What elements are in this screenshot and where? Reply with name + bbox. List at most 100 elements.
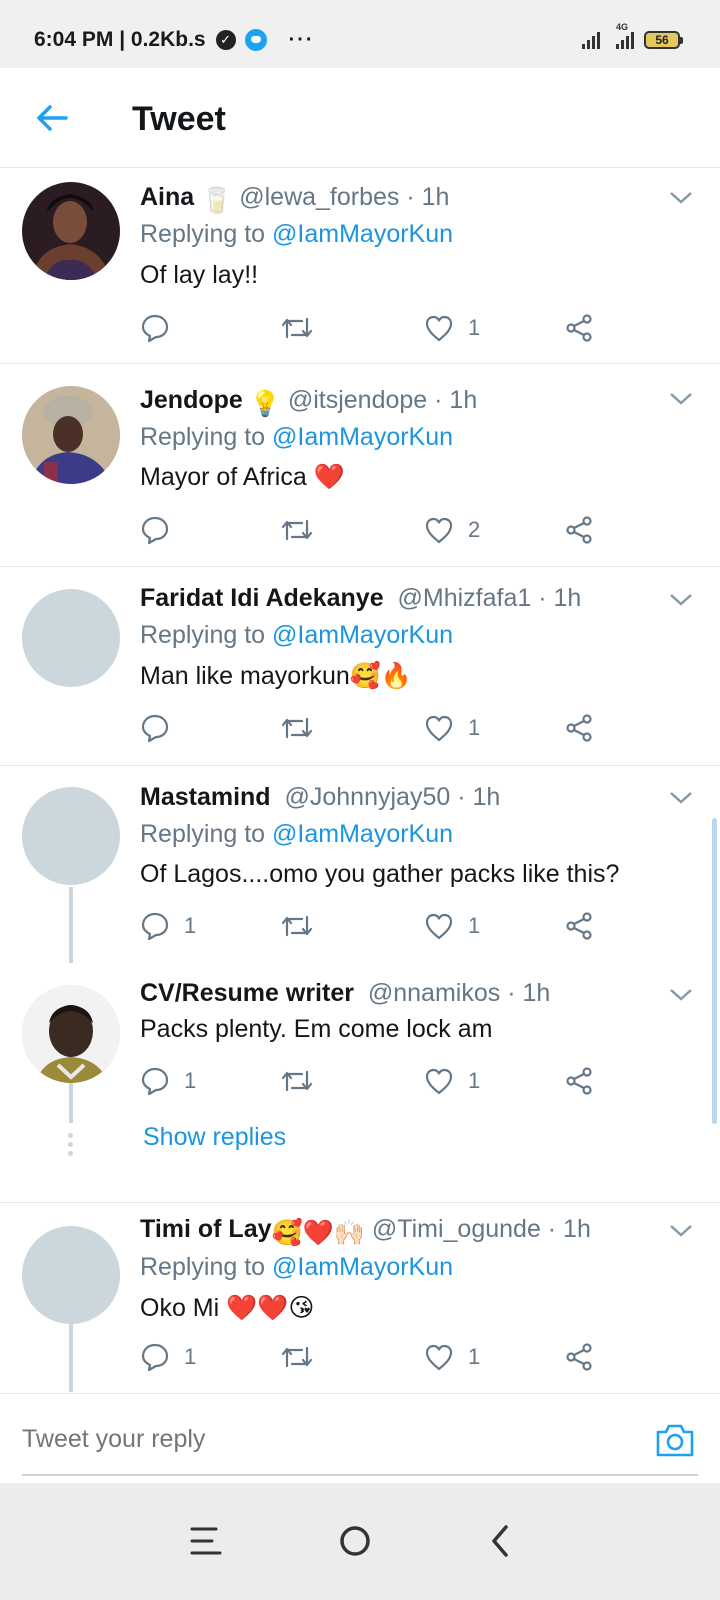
tweet-header: Timi of Lay🥰❤️🙌🏻 @Timi_ogunde · 1h [140,1215,591,1248]
chevron-down-icon[interactable] [668,789,694,807]
handle-time: @Timi_ogunde · 1h [371,1215,591,1243]
display-name[interactable]: Aina [140,183,194,211]
tweet-actions: 1 1 [140,911,610,941]
share-icon [566,516,592,544]
retweet-action[interactable] [280,1066,314,1096]
retweet-icon [281,1346,313,1368]
replying-mention-link[interactable]: @IamMayorKun [272,220,453,248]
replying-mention-link[interactable]: @IamMayorKun [272,621,453,649]
back-nav-icon[interactable] [486,1521,516,1561]
share-icon [566,912,592,940]
share-action[interactable] [564,911,594,941]
chevron-down-icon[interactable] [668,189,694,207]
reply-action[interactable]: 1 [140,1066,196,1096]
like-action[interactable]: 1 [424,313,480,343]
scrollbar[interactable] [712,818,717,1124]
tweet-actions: 1 [140,713,610,743]
back-arrow-icon[interactable] [32,98,72,138]
avatar[interactable] [22,787,120,885]
more-notifications-icon: ··· [288,28,315,51]
tweet-item[interactable]: CV/Resume writer @nnamikos · 1h Packs pl… [0,963,720,1203]
menu-nav-icon[interactable] [188,1521,224,1561]
chevron-down-icon[interactable] [668,986,694,1004]
like-action[interactable]: 2 [424,515,480,545]
chevron-down-icon[interactable] [668,390,694,408]
battery-icon: 56 [644,31,683,49]
like-action[interactable]: 1 [424,1066,480,1096]
share-action[interactable] [564,1066,594,1096]
tweet-header: CV/Resume writer @nnamikos · 1h [140,979,550,1008]
reply-action[interactable] [140,313,184,343]
status-right: 4G 56 [582,22,683,49]
like-action[interactable]: 1 [424,1342,480,1372]
reply-action[interactable] [140,515,184,545]
twitter-notification-icon [244,29,267,51]
tweet-item[interactable]: Jendope 💡 @itsjendope · 1h Replying to @… [0,365,720,567]
reply-action[interactable]: 1 [140,911,196,941]
share-action[interactable] [564,313,594,343]
thread-line [69,887,73,963]
replying-mention-link[interactable]: @IamMayorKun [272,1253,453,1281]
display-name[interactable]: Mastamind [140,783,271,811]
tweet-header: Aina 🥛 @lewa_forbes · 1h [140,183,449,216]
avatar[interactable] [22,386,120,484]
reply-input[interactable] [22,1425,582,1454]
avatar[interactable] [22,985,120,1083]
avatar[interactable] [22,589,120,687]
share-action[interactable] [564,515,594,545]
replying-to: Replying to @IamMayorKun [140,1253,453,1282]
chevron-down-icon[interactable] [668,1222,694,1240]
like-count: 1 [468,913,481,938]
reply-action[interactable] [140,713,184,743]
chevron-down-icon[interactable] [668,591,694,609]
thread-line [69,1322,73,1392]
tweet-actions: 1 1 [140,1066,610,1096]
replying-to: Replying to @IamMayorKun [140,423,453,452]
handle-time: @Johnnyjay50 · 1h [284,783,501,811]
replying-label: Replying to [140,1253,273,1281]
share-action[interactable] [564,713,594,743]
replying-label: Replying to [140,220,273,248]
retweet-icon [281,717,313,739]
share-icon [566,314,592,342]
tweet-header: Jendope 💡 @itsjendope · 1h [140,386,477,419]
signal-icon [582,31,600,49]
like-count: 2 [468,517,481,542]
tweet-item[interactable]: Faridat Idi Adekanye @Mhizfafa1 · 1h Rep… [0,568,720,766]
display-name[interactable]: Timi of Lay [140,1215,272,1243]
display-name[interactable]: Jendope [140,386,243,414]
avatar[interactable] [22,1226,120,1324]
retweet-action[interactable] [280,515,314,545]
replying-mention-link[interactable]: @IamMayorKun [272,820,453,848]
avatar[interactable] [22,182,120,280]
retweet-action[interactable] [280,313,314,343]
display-name[interactable]: Faridat Idi Adekanye [140,584,384,612]
show-replies-link[interactable]: Show replies [143,1123,286,1152]
share-action[interactable] [564,1342,594,1372]
retweet-action[interactable] [280,911,314,941]
tweet-item[interactable]: Timi of Lay🥰❤️🙌🏻 @Timi_ogunde · 1h Reply… [0,1204,720,1392]
display-name[interactable]: CV/Resume writer [140,979,354,1007]
tweet-item[interactable]: Aina 🥛 @lewa_forbes · 1h Replying to @Ia… [0,169,720,364]
reply-action[interactable]: 1 [140,1342,196,1372]
home-nav-icon[interactable] [335,1521,375,1561]
page-title: Tweet [132,100,226,138]
share-icon [566,1343,592,1371]
handle-time: @lewa_forbes · 1h [239,183,450,211]
avatar-photo [22,386,120,484]
retweet-action[interactable] [280,1342,314,1372]
tweet-text: Oko Mi ❤️❤️😘 [140,1294,315,1322]
share-icon [566,1067,592,1095]
like-action[interactable]: 1 [424,713,480,743]
avatar-photo [22,182,120,280]
avatar-photo [22,985,120,1083]
retweet-action[interactable] [280,713,314,743]
handle-time: @itsjendope · 1h [287,386,478,414]
tweet-text: Of lay lay!! [140,261,259,289]
tweet-item[interactable]: Mastamind @Johnnyjay50 · 1h Replying to … [0,767,720,963]
replying-mention-link[interactable]: @IamMayorKun [272,423,453,451]
replying-label: Replying to [140,423,273,451]
status-left: 6:04 PM | 0.2Kb.s ✓ ··· [34,28,315,52]
like-action[interactable]: 1 [424,911,480,941]
camera-icon[interactable] [655,1422,695,1458]
